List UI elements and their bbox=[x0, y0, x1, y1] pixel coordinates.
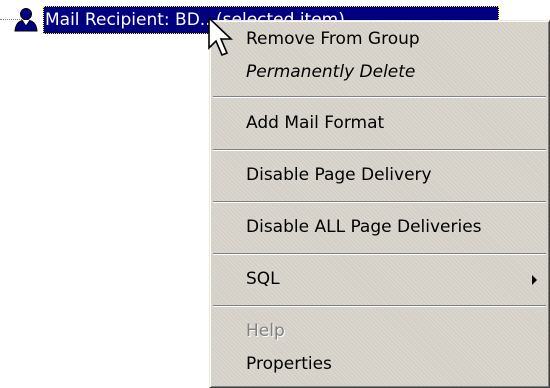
triangle-right-icon bbox=[532, 275, 537, 285]
menu-separator bbox=[213, 96, 546, 98]
menu-item-properties[interactable]: Properties bbox=[210, 348, 549, 381]
menu-item-label: Remove From Group bbox=[246, 29, 420, 49]
context-menu: Remove From Group Permanently Delete Add… bbox=[209, 20, 550, 388]
menu-item-label: Permanently Delete bbox=[246, 62, 416, 82]
menu-item-label: SQL bbox=[246, 269, 280, 289]
menu-item-label: Help bbox=[246, 321, 285, 341]
menu-item-disable-page-delivery[interactable]: Disable Page Delivery bbox=[210, 159, 549, 192]
menu-item-label: Add Mail Format bbox=[246, 113, 385, 133]
menu-item-help: Help bbox=[210, 315, 549, 348]
menu-item-remove-from-group[interactable]: Remove From Group bbox=[210, 23, 549, 56]
menu-item-disable-all-page-deliveries[interactable]: Disable ALL Page Deliveries bbox=[210, 211, 549, 244]
menu-separator bbox=[213, 149, 546, 151]
menu-item-add-mail-format[interactable]: Add Mail Format bbox=[210, 107, 549, 140]
menu-separator bbox=[213, 305, 546, 307]
menu-item-permanently-delete[interactable]: Permanently Delete bbox=[210, 56, 549, 89]
user-icon bbox=[14, 8, 38, 32]
menu-separator bbox=[213, 253, 546, 255]
arrow-pointer-icon bbox=[208, 17, 233, 57]
menu-item-label: Properties bbox=[246, 354, 332, 374]
menu-item-label: Disable Page Delivery bbox=[246, 165, 432, 185]
menu-item-label: Disable ALL Page Deliveries bbox=[246, 217, 482, 237]
menu-item-sql[interactable]: SQL bbox=[210, 263, 549, 296]
menu-separator bbox=[213, 201, 546, 203]
